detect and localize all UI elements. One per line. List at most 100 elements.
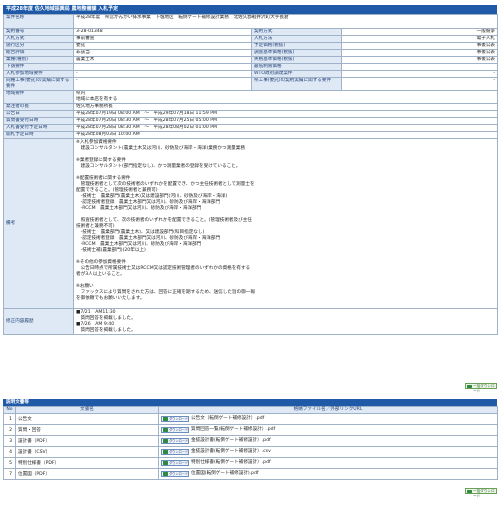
info-value: [340, 63, 499, 71]
documents-header-row: No 文書名 格納ファイル名／外部リンクURL: [3, 406, 498, 414]
document-file-link[interactable]: 特別仕様書(転倒ゲート補修設計）.pdf: [191, 460, 271, 465]
bid-info-table: 案件名称 平成28年度 県営かんがい排水事業 下塩地区 転倒ゲート補修設計業務 北…: [3, 14, 499, 335]
corrections-label: 修正内容履歴: [3, 308, 74, 335]
info-label: 調査基準価格(税抜): [251, 49, 342, 57]
info-label: 入札方法: [251, 35, 342, 43]
remarks-label: 備考: [3, 138, 74, 309]
download-button-label: ダウンロード: [169, 416, 189, 421]
document-file-cell: ダウンロード 金抜設計書(転倒ゲート補修設計）.pdf: [158, 435, 498, 447]
info-label: 入札方式: [3, 35, 74, 43]
document-file-link[interactable]: 公告文（転倒ゲート補修設計）.pdf: [191, 416, 264, 421]
info-value: 佐久地方事務所長: [72, 103, 499, 111]
page: 平成28年度 佐久地域振興局 農地整備課 入札予定 案件名称 平成28年度 県営か…: [0, 0, 500, 505]
download-icon: [467, 489, 472, 494]
document-no: 4: [3, 446, 16, 458]
document-file-link[interactable]: 質問回答一覧(転倒ゲート補修設計）.pdf: [191, 427, 275, 432]
document-name: 設計書（CSV）: [15, 446, 159, 458]
info-value: -: [340, 77, 499, 91]
download-button-label: ダウンロード: [169, 460, 189, 465]
info-row: 公告日 平成28年07月19日 08:00 AM 〜 平成29年07月18日 11…: [3, 110, 499, 118]
remarks-line: を御依頼でもお願いいたします。: [76, 296, 145, 301]
info-value: 平成28年08月03日 10:00 AM: [72, 131, 499, 139]
info-label: 契約方式: [251, 28, 342, 36]
download-button[interactable]: ダウンロード: [161, 426, 189, 433]
info-row: 入札参加地域要件 - WTO政府調達案件 -: [3, 70, 499, 78]
info-row: 入札方式 事前審査 入札方法 電子入札: [3, 35, 499, 43]
download-icon: [163, 417, 168, 421]
info-row: 案件名称 平成28年度 県営かんがい排水事業 下塩地区 転倒ゲート補修設計業務 北…: [3, 14, 499, 29]
download-button[interactable]: ダウンロード: [161, 437, 189, 444]
info-row: 地域要件 県内 地域に本店を有する: [3, 90, 499, 104]
info-value: -: [73, 70, 252, 78]
document-row: 7 位置図（PDF） ダウンロード 位置図(転倒ゲート補修設計).pdf: [3, 468, 498, 480]
download-button-label: ダウンロード: [169, 449, 189, 454]
col-file-header: 格納ファイル名／外部リンクURL: [158, 406, 498, 414]
document-row: 3 設計書（PDF） ダウンロード 金抜設計書(転倒ゲート補修設計）.pdf: [3, 435, 498, 447]
corrections-row: 修正内容履歴 ■7/21 AM11:30 質問回答を掲載しました。 ■7/26 AM…: [3, 308, 499, 335]
info-value: 委託: [73, 42, 252, 50]
documents-section-title: 説明文書等: [3, 399, 497, 406]
info-label: 施行区分: [3, 42, 74, 50]
download-button[interactable]: ダウンロード: [161, 459, 189, 466]
document-no: 5: [3, 457, 16, 469]
document-file-link[interactable]: 位置図(転倒ゲート補修設計).pdf: [191, 471, 259, 476]
document-file-cell: ダウンロード 金抜設計書(転倒ゲート補修設計）.csv: [158, 446, 498, 458]
info-label: 県工事(委託)の契約実績に関する要件: [251, 77, 342, 91]
info-value: 事後公表: [340, 49, 499, 57]
info-row: 発注者の長 佐久地方事務所長: [3, 103, 499, 111]
document-file-link[interactable]: 金抜設計書(転倒ゲート補修設計）.pdf: [191, 438, 271, 443]
document-name: 特別仕様書（PDF）: [15, 457, 159, 469]
download-button-label: ダウンロード: [169, 471, 189, 476]
info-value: -: [73, 77, 252, 91]
info-row: 業種(種別) 農業土木 失格基準価格(税抜) 事後公表: [3, 56, 499, 64]
remarks-text: ※入札参加資格要件 建設コンサルタント(農業土木又は河川、砂防及び海岸・海洋)業…: [72, 138, 499, 309]
download-button-label: ダウンロード: [169, 427, 189, 432]
info-value: 非該当: [73, 49, 252, 57]
info-value: 平成28年07月19日 08:00 AM 〜 平成29年07月18日 11:59…: [72, 110, 499, 118]
info-label: 最低制限価格: [251, 63, 342, 71]
info-row: 開札予定日時 平成28年08月03日 10:00 AM: [3, 131, 499, 139]
document-row: 5 特別仕様書（PDF） ダウンロード 特別仕様書(転倒ゲート補修設計）.pdf: [3, 457, 498, 469]
info-label: 入札書受付予定日時: [3, 124, 74, 132]
document-no: 1: [3, 413, 16, 425]
remarks-row: 備考 ※入札参加資格要件 建設コンサルタント(農業土木又は河川、砂防及び海岸・海洋…: [3, 138, 499, 309]
info-value: 3-28-01348: [73, 28, 252, 36]
document-file-cell: ダウンロード 公告文（転倒ゲート補修設計）.pdf: [158, 413, 498, 425]
info-label: 下請要件: [3, 63, 74, 71]
document-no: 3: [3, 435, 16, 447]
document-no: 7: [3, 468, 16, 480]
download-button[interactable]: ダウンロード: [161, 448, 189, 455]
info-row: 同種工事(委託)の実績に関する要件 - 県工事(委託)の契約実績に関する要件 -: [3, 77, 499, 91]
download-button[interactable]: ダウンロード: [161, 470, 189, 477]
info-row: 入札書受付予定日時 平成28年07月28日 08:30 AM 〜 平成28年08月…: [3, 124, 499, 132]
info-value: 一般競争: [340, 28, 499, 36]
info-value: 農業土木: [73, 56, 252, 64]
download-all-button-top[interactable]: 一括ダウンロード: [465, 383, 497, 393]
document-file-link[interactable]: 金抜設計書(転倒ゲート補修設計）.csv: [191, 449, 271, 454]
info-label: 開札予定日時: [3, 131, 74, 139]
download-button[interactable]: ダウンロード: [161, 415, 189, 422]
download-icon: [467, 384, 472, 389]
download-all-button-bottom[interactable]: 一括ダウンロード: [465, 488, 497, 498]
download-icon: [163, 472, 168, 476]
document-no: 2: [3, 424, 16, 436]
document-file-cell: ダウンロード 位置図(転倒ゲート補修設計).pdf: [158, 468, 498, 480]
info-label: 予定価格(税抜): [251, 42, 342, 50]
info-label: 契約番号: [3, 28, 74, 36]
info-row: 契約番号 3-28-01348 契約方式 一般競争: [3, 28, 499, 36]
corrections-line: 質問回答を掲載しました。: [76, 328, 136, 333]
document-row: 2 質問・回答 ダウンロード 質問回答一覧(転倒ゲート補修設計）.pdf: [3, 424, 498, 436]
info-value: 平成28年07月20日 08:30 AM 〜 平成28年07月25日 05:00…: [72, 117, 499, 125]
info-value: -: [340, 70, 499, 78]
info-label: 同種工事(委託)の実績に関する要件: [3, 77, 74, 91]
info-label: 入札参加地域要件: [3, 70, 74, 78]
info-row: 総合評価 非該当 調査基準価格(税抜) 事後公表: [3, 49, 499, 57]
download-icon: [163, 439, 168, 443]
documents-table: No 文書名 格納ファイル名／外部リンクURL 1 公告文 ダウンロード 公告文（転倒…: [3, 406, 498, 480]
info-value: [73, 63, 252, 71]
document-row: 1 公告文 ダウンロード 公告文（転倒ゲート補修設計）.pdf: [3, 413, 498, 425]
document-file-cell: ダウンロード 質問回答一覧(転倒ゲート補修設計）.pdf: [158, 424, 498, 436]
info-value: 電子入札: [340, 35, 499, 43]
document-name: 設計書（PDF）: [15, 435, 159, 447]
download-icon: [163, 428, 168, 432]
